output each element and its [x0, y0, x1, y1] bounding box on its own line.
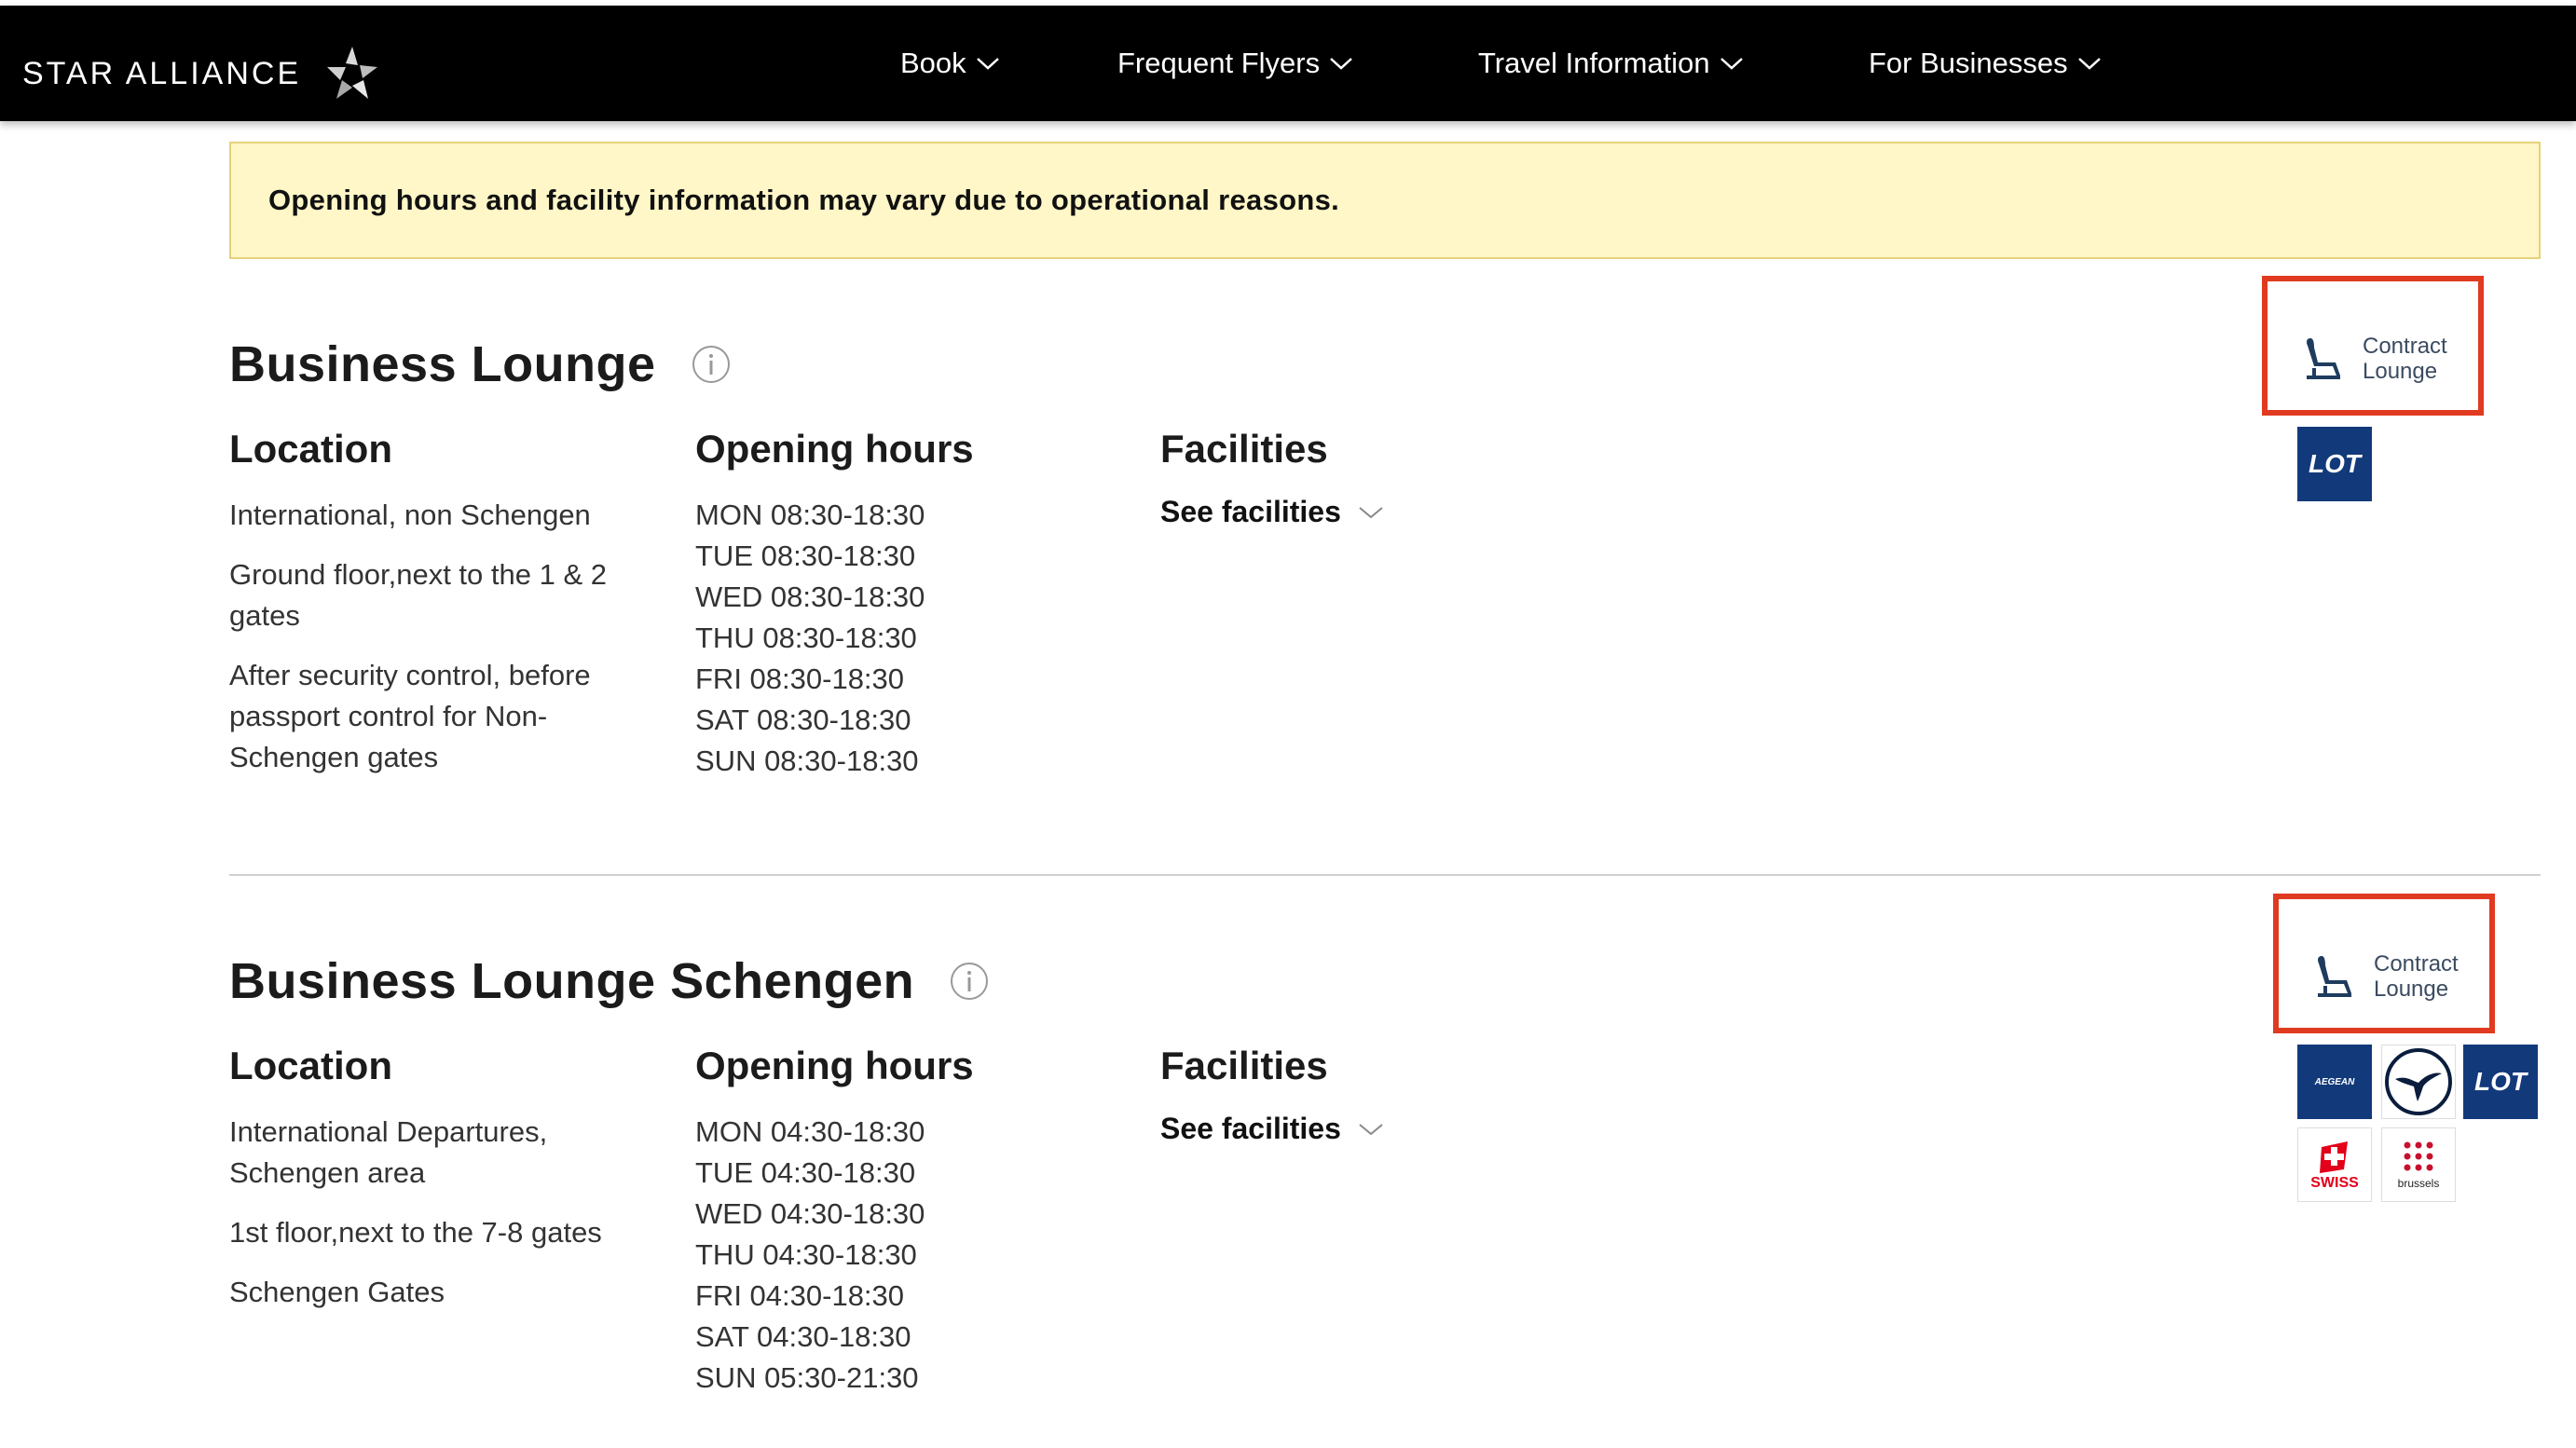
- lounge-seat-icon: [2307, 338, 2340, 379]
- lot-logo-text: LOT: [2309, 449, 2361, 478]
- operational-notice: Opening hours and facility information m…: [229, 142, 2541, 259]
- hours-row: THU 04:30-18:30: [695, 1238, 917, 1271]
- brussels-airlines-logo: brussels: [2381, 1127, 2456, 1202]
- see-facilities-toggle[interactable]: See facilities: [1160, 1112, 1384, 1146]
- hours-row: MON 04:30-18:30: [695, 1115, 925, 1148]
- location-line: After security control, before passport …: [229, 659, 591, 773]
- contract-lounge-content: Contract Lounge: [2314, 951, 2459, 1002]
- nav-book[interactable]: Book: [900, 47, 1000, 80]
- aegean-airline-logo: AEGEAN: [2297, 1045, 2372, 1119]
- notice-text: Opening hours and facility information m…: [268, 184, 1340, 216]
- contract-lounge-badge: Contract Lounge: [2273, 894, 2495, 1033]
- opening-hours-heading: Opening hours: [695, 1044, 974, 1087]
- chevron-down-icon: [1359, 1123, 1383, 1135]
- see-facilities-label: See facilities: [1160, 1112, 1341, 1145]
- opening-hours-list: MON 08:30-18:30 TUE 08:30-18:30 WED 08:3…: [695, 495, 925, 782]
- location-line: International, non Schengen: [229, 499, 591, 531]
- section-divider: [229, 874, 2541, 876]
- lufthansa-crane-icon: [2385, 1048, 2452, 1115]
- hours-row: TUE 08:30-18:30: [695, 540, 916, 572]
- hours-row: WED 08:30-18:30: [695, 581, 925, 613]
- badge-line: Lounge: [2374, 977, 2449, 1002]
- nav-frequent-flyers[interactable]: Frequent Flyers: [1117, 47, 1353, 80]
- location-heading: Location: [229, 1044, 392, 1087]
- hours-row: SAT 08:30-18:30: [695, 704, 911, 736]
- hours-row: SUN 08:30-18:30: [695, 744, 919, 777]
- nav-travel-information-label: Travel Information: [1478, 47, 1710, 79]
- nav-for-businesses-label: For Businesses: [1869, 47, 2068, 79]
- hours-row: THU 08:30-18:30: [695, 622, 917, 654]
- hours-row: MON 08:30-18:30: [695, 499, 925, 531]
- see-facilities-toggle[interactable]: See facilities: [1160, 495, 1384, 529]
- nav-travel-information[interactable]: Travel Information: [1478, 47, 1744, 80]
- brussels-dots-icon: [2404, 1141, 2433, 1171]
- chevron-down-icon: [1359, 506, 1383, 518]
- info-icon[interactable]: [692, 345, 731, 384]
- location-line: International Departures, Schengen area: [229, 1115, 548, 1189]
- contract-lounge-badge: Contract Lounge: [2262, 276, 2484, 416]
- lounge-title-text: Business Lounge: [229, 336, 656, 392]
- opening-hours-list: MON 04:30-18:30 TUE 04:30-18:30 WED 04:3…: [695, 1112, 925, 1399]
- opening-hours-heading: Opening hours: [695, 427, 974, 471]
- contract-lounge-label: Contract Lounge: [2363, 334, 2447, 384]
- facilities-heading: Facilities: [1160, 427, 1328, 471]
- lounge-title: Business Lounge: [229, 335, 731, 393]
- location-line: Ground floor,next to the 1 & 2 gates: [229, 558, 607, 632]
- lounge-seat-icon: [2318, 956, 2351, 997]
- nav-book-label: Book: [900, 47, 966, 79]
- contract-lounge-label: Contract Lounge: [2374, 951, 2459, 1002]
- hours-row: TUE 04:30-18:30: [695, 1156, 916, 1189]
- main-nav: Book Frequent Flyers Travel Information …: [0, 47, 2576, 91]
- location-line: Schengen Gates: [229, 1276, 445, 1308]
- facilities-heading: Facilities: [1160, 1044, 1328, 1087]
- badge-line: Contract: [2374, 951, 2459, 977]
- badge-line: Contract: [2363, 334, 2447, 359]
- chevron-down-icon: [2077, 58, 2101, 70]
- chevron-down-icon: [1330, 58, 1352, 70]
- chevron-down-icon: [1720, 58, 1743, 70]
- nav-frequent-flyers-label: Frequent Flyers: [1117, 47, 1321, 79]
- aegean-logo-text: AEGEAN: [2314, 1076, 2355, 1087]
- chevron-down-icon: [976, 58, 999, 70]
- info-icon[interactable]: [950, 962, 989, 1001]
- location-details: International Departures, Schengen area …: [229, 1112, 658, 1332]
- swiss-logo-text: SWISS: [2310, 1175, 2359, 1191]
- lufthansa-crane-logo: [2381, 1045, 2456, 1119]
- lot-logo-text: LOT: [2474, 1067, 2527, 1096]
- hours-row: SAT 04:30-18:30: [695, 1320, 911, 1353]
- brussels-logo-text: brussels: [2397, 1177, 2440, 1190]
- location-details: International, non Schengen Ground floor…: [229, 495, 658, 797]
- hours-row: WED 04:30-18:30: [695, 1197, 925, 1230]
- lot-airline-logo: LOT: [2463, 1045, 2538, 1119]
- swiss-airline-logo: SWISS: [2297, 1127, 2372, 1202]
- hours-row: SUN 05:30-21:30: [695, 1361, 919, 1394]
- nav-for-businesses[interactable]: For Businesses: [1869, 47, 2102, 80]
- location-line: 1st floor,next to the 7-8 gates: [229, 1216, 602, 1249]
- lounge-title: Business Lounge Schengen: [229, 952, 989, 1010]
- hours-row: FRI 08:30-18:30: [695, 663, 905, 695]
- top-navigation-bar: STAR ALLIANCE Book Frequent Flyers Trave…: [0, 6, 2576, 121]
- location-heading: Location: [229, 427, 392, 471]
- badge-line: Lounge: [2363, 359, 2438, 384]
- contract-lounge-content: Contract Lounge: [2303, 334, 2447, 384]
- lot-airline-logo: LOT: [2297, 427, 2372, 501]
- swiss-cross-icon: [2320, 1141, 2348, 1173]
- lounge-title-text: Business Lounge Schengen: [229, 953, 915, 1009]
- hours-row: FRI 04:30-18:30: [695, 1279, 905, 1312]
- see-facilities-label: See facilities: [1160, 495, 1341, 528]
